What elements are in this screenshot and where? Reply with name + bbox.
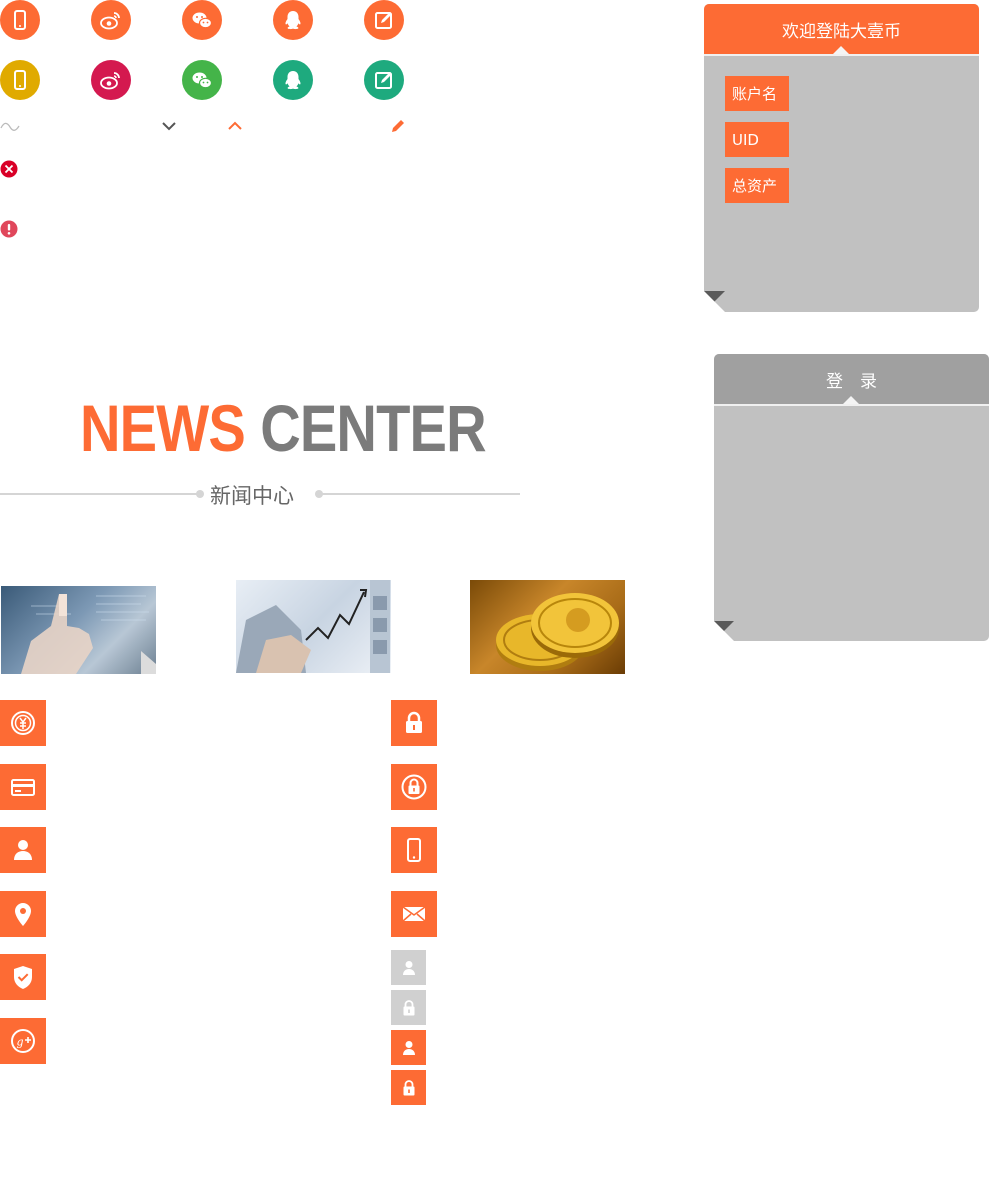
edit-icon[interactable]	[364, 60, 404, 100]
user-icon[interactable]	[391, 950, 426, 985]
account-name-label: 账户名	[725, 76, 789, 111]
phone-icon[interactable]	[391, 827, 437, 873]
weibo-icon[interactable]	[91, 0, 131, 40]
lock-icon[interactable]	[391, 1070, 426, 1105]
location-icon[interactable]	[0, 891, 46, 937]
google-plus-icon[interactable]: g	[0, 1018, 46, 1064]
wechat-icon[interactable]	[182, 0, 222, 40]
qq-icon[interactable]	[273, 0, 313, 40]
divider-right	[320, 493, 520, 495]
shield-check-icon[interactable]	[0, 954, 46, 1000]
stock-chart-image[interactable]	[236, 580, 391, 673]
edit-icon[interactable]	[364, 0, 404, 40]
touch-screen-image[interactable]	[1, 586, 156, 674]
welcome-panel: 欢迎登陆大壹币 账户名 UID 总资产	[704, 4, 979, 312]
news-center-title: NEWS CENTER	[80, 390, 487, 466]
lock-circle-icon[interactable]	[391, 764, 437, 810]
user-icon[interactable]	[391, 1030, 426, 1065]
news-title-part1: NEWS	[80, 391, 246, 465]
chevron-down-icon[interactable]	[161, 120, 177, 132]
yuan-icon[interactable]	[0, 700, 46, 746]
news-subtitle: 新闻中心	[210, 484, 294, 508]
user-icon[interactable]	[0, 827, 46, 873]
divider-left	[0, 493, 200, 495]
total-assets-label: 总资产	[725, 168, 789, 203]
qq-icon[interactable]	[273, 60, 313, 100]
weibo-icon[interactable]	[91, 60, 131, 100]
tilde-icon	[0, 122, 20, 131]
chevron-up-icon[interactable]	[227, 120, 243, 132]
login-panel: 登 录	[714, 354, 989, 641]
phone-icon[interactable]	[0, 0, 40, 40]
mail-icon[interactable]	[391, 891, 437, 937]
svg-text:g: g	[17, 1036, 24, 1049]
lock-icon[interactable]	[391, 700, 437, 746]
uid-label: UID	[725, 122, 789, 157]
pencil-icon[interactable]	[390, 118, 406, 134]
gold-coins-image[interactable]	[470, 580, 625, 674]
news-title-part2: CENTER	[260, 391, 486, 465]
alert-icon	[0, 220, 18, 238]
card-icon[interactable]	[0, 764, 46, 810]
wechat-icon[interactable]	[182, 60, 222, 100]
phone-icon[interactable]	[0, 60, 40, 100]
error-icon	[0, 160, 18, 178]
lock-icon[interactable]	[391, 990, 426, 1025]
